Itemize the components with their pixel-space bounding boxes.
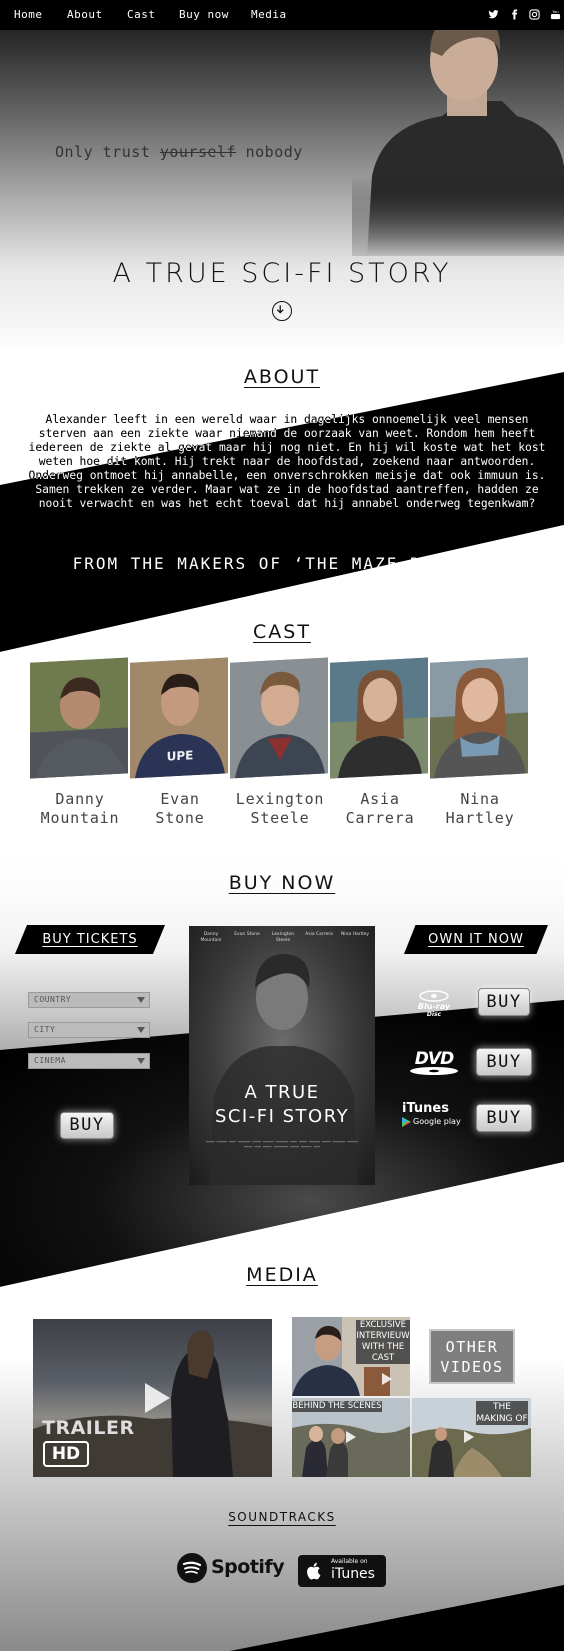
nav-about[interactable]: About bbox=[67, 8, 103, 21]
hero-title: A TRUE SCI-FI STORY bbox=[112, 258, 452, 289]
hd-badge: HD bbox=[43, 1441, 89, 1467]
making-of-video[interactable]: THE MAKING OF bbox=[412, 1398, 531, 1477]
itunes-available-label: Available on bbox=[331, 1558, 368, 1565]
about-title: ABOUT bbox=[243, 366, 321, 388]
interview-video[interactable]: EXCLUSIVE INTERVIEUW WITH THE CAST bbox=[292, 1317, 410, 1396]
bluray-icon bbox=[419, 990, 449, 1002]
cast-photo bbox=[430, 657, 528, 779]
youtube-icon[interactable]: You bbox=[550, 9, 561, 20]
buy-digital-button[interactable]: BUY bbox=[476, 1104, 532, 1132]
other-videos-button[interactable]: OTHER VIDEOS bbox=[429, 1329, 515, 1384]
cast-member-asia[interactable]: Asia Carrera bbox=[330, 657, 430, 828]
cast-name: Danny Mountain bbox=[40, 790, 120, 827]
bluray-logo: Blu-ray Disc bbox=[408, 990, 460, 1018]
nav-buy-now[interactable]: Buy now bbox=[179, 8, 229, 21]
spotify-link[interactable]: Spotify bbox=[177, 1552, 285, 1585]
cast-photo bbox=[230, 657, 328, 779]
trailer-video[interactable]: TRAILER HD bbox=[33, 1319, 272, 1477]
spotify-label: Spotify bbox=[211, 1556, 285, 1578]
chevron-down-icon bbox=[137, 1058, 145, 1064]
poster-title: A TRUE SCI-FI STORY bbox=[214, 1082, 350, 1127]
cinema-select[interactable]: CINEMA bbox=[28, 1053, 150, 1069]
instagram-icon[interactable] bbox=[529, 9, 540, 20]
city-select[interactable]: CITY bbox=[28, 1022, 150, 1038]
scroll-down-icon[interactable] bbox=[272, 301, 292, 321]
soundtracks-title: SOUNDTRACKS bbox=[228, 1510, 336, 1524]
play-icon bbox=[464, 1431, 474, 1443]
cast-title: CAST bbox=[253, 621, 311, 643]
cast-name: Asia Carrera bbox=[345, 790, 415, 827]
cast-photo bbox=[330, 657, 428, 779]
cast-photo: UPE bbox=[130, 657, 228, 779]
svg-text:UPE: UPE bbox=[167, 748, 194, 763]
play-icon bbox=[346, 1431, 356, 1443]
movie-poster[interactable]: Danny Mountain Evan Stone Lexington Stee… bbox=[189, 926, 375, 1185]
cast-photo bbox=[30, 657, 128, 779]
nav-cast[interactable]: Cast bbox=[127, 8, 156, 21]
trailer-label: TRAILER bbox=[42, 1417, 135, 1439]
cast-member-lexington[interactable]: Lexington Steele bbox=[230, 657, 330, 828]
dvd-label: DVD bbox=[414, 1049, 454, 1069]
tagline-end: nobody bbox=[236, 143, 303, 161]
itunes-google-logo: iTunes Google play bbox=[402, 1101, 466, 1128]
hero-tagline: Only trust yourself nobody bbox=[55, 143, 303, 161]
google-play-label: Google play bbox=[402, 1116, 466, 1128]
facebook-icon[interactable] bbox=[509, 9, 520, 20]
itunes-store-link[interactable]: Available on iTunes bbox=[298, 1555, 386, 1587]
makers-tagline: FROM THE MAKERS OF ‘THE MAZE RUNNER’ bbox=[72, 554, 492, 573]
buy-dvd-button[interactable]: BUY bbox=[476, 1048, 532, 1076]
spotify-icon bbox=[177, 1553, 207, 1583]
apple-icon bbox=[307, 1562, 321, 1580]
top-navbar: Home About Cast Buy now Media You bbox=[0, 0, 564, 30]
google-play-icon bbox=[402, 1117, 411, 1127]
poster-credits: ━━━━ ━━━━━ ━━━ ━━━━━━ ━━━━ ━━━━━ ━━━━━━ … bbox=[206, 1140, 358, 1149]
chevron-down-icon bbox=[137, 1027, 145, 1033]
buy-tickets-banner: BUY TICKETS bbox=[15, 925, 165, 954]
nav-home[interactable]: Home bbox=[14, 8, 43, 21]
bluray-sublabel: Disc bbox=[426, 1011, 442, 1018]
chevron-down-icon bbox=[137, 997, 145, 1003]
about-text: Alexander leeft in een wereld waar in da… bbox=[28, 413, 546, 510]
cast-member-nina[interactable]: Nina Hartley bbox=[430, 657, 530, 828]
dvd-logo: DVD bbox=[408, 1050, 460, 1076]
itunes-label: iTunes bbox=[402, 1101, 449, 1116]
tagline-start: Only trust bbox=[55, 143, 160, 161]
buy-now-title: BUY NOW bbox=[228, 872, 336, 894]
svg-text:You: You bbox=[552, 10, 558, 14]
buy-bluray-button[interactable]: BUY bbox=[478, 988, 530, 1016]
nav-media[interactable]: Media bbox=[251, 8, 287, 21]
media-title: MEDIA bbox=[246, 1264, 318, 1286]
making-of-label: THE MAKING OF bbox=[476, 1401, 528, 1425]
cast-name: Nina Hartley bbox=[445, 790, 515, 827]
bluray-label: Blu-ray bbox=[417, 1002, 451, 1011]
cast-member-danny[interactable]: Danny Mountain bbox=[30, 657, 130, 828]
own-it-now-banner: OWN IT NOW bbox=[404, 925, 548, 954]
twitter-icon[interactable] bbox=[488, 9, 499, 20]
play-icon bbox=[145, 1383, 170, 1413]
play-icon bbox=[382, 1373, 392, 1385]
itunes-label: iTunes bbox=[331, 1566, 375, 1582]
cast-name: Evan Stone bbox=[155, 790, 205, 827]
buy-tickets-button[interactable]: BUY bbox=[60, 1112, 114, 1139]
country-select[interactable]: COUNTRY bbox=[28, 992, 150, 1008]
hero-actor-image bbox=[352, 11, 564, 256]
behind-the-scenes-video[interactable]: BEHIND THE SCENES bbox=[292, 1398, 410, 1477]
cast-name: Lexington Steele bbox=[235, 790, 325, 827]
tagline-strikethrough: yourself bbox=[159, 143, 237, 161]
interview-label: EXCLUSIVE INTERVIEUW WITH THE CAST bbox=[356, 1320, 410, 1364]
behind-the-scenes-label: BEHIND THE SCENES bbox=[292, 1401, 382, 1412]
cast-member-evan[interactable]: UPE Evan Stone bbox=[130, 657, 230, 828]
